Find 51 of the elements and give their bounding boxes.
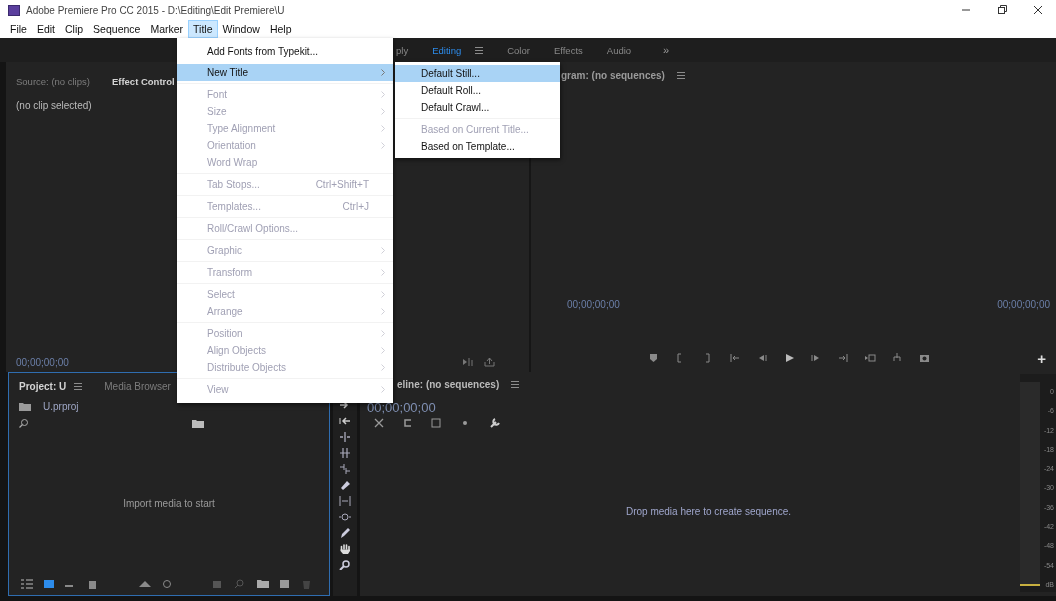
timecode: 00;00;00;00 bbox=[367, 400, 436, 415]
menu-item[interactable]: Clip bbox=[60, 20, 89, 38]
menu-item[interactable]: Default Crawl... bbox=[395, 99, 560, 116]
workspace-tab[interactable]: Effects bbox=[547, 40, 601, 60]
menu-item: Orientation bbox=[177, 137, 393, 154]
panel-tab[interactable]: Project: U bbox=[13, 376, 89, 396]
overflow-button[interactable]: » bbox=[649, 44, 670, 56]
menu-item[interactable]: Add Fonts from Typekit... bbox=[177, 43, 393, 60]
menu-item[interactable]: New Title bbox=[177, 64, 393, 81]
menu-item: Distribute Objects bbox=[177, 359, 393, 376]
panel-tab[interactable]: Source: (no clips) bbox=[10, 71, 96, 91]
window-title: Adobe Premiere Pro CC 2015 - D:\Editing\Edit Premiere\U bbox=[26, 4, 286, 16]
menu-item[interactable]: Based on Template... bbox=[395, 138, 560, 155]
workspace-tab[interactable]: Editing bbox=[426, 40, 502, 60]
menu-item: Select bbox=[177, 286, 393, 303]
timecode: 00;00;00;00 bbox=[567, 299, 620, 310]
panel-title: eline: (no sequences) bbox=[397, 378, 500, 390]
menu-item: Based on Current Title... bbox=[395, 121, 560, 138]
add-button[interactable]: + bbox=[1033, 349, 1050, 367]
file-name: U.prproj bbox=[43, 400, 79, 412]
menu-item: Word Wrap bbox=[177, 154, 393, 171]
menu-item[interactable]: Window bbox=[217, 20, 265, 38]
menu-item: Arrange bbox=[177, 303, 393, 320]
menu-item: Roll/Crawl Options... bbox=[177, 220, 393, 237]
menu-item: Type Alignment bbox=[177, 120, 393, 137]
workspace-tab[interactable]: Audio bbox=[600, 40, 650, 60]
menu-item[interactable]: Default Still... bbox=[395, 65, 560, 82]
menu-item[interactable]: File bbox=[5, 20, 32, 38]
menu-item[interactable]: Default Roll... bbox=[395, 82, 560, 99]
menu-item: Position bbox=[177, 325, 393, 342]
menu-item: View bbox=[177, 381, 393, 398]
workspace-tab[interactable]: Color bbox=[501, 40, 548, 60]
empty-message: Import media to start bbox=[123, 497, 215, 509]
menu-item[interactable]: Help bbox=[264, 20, 297, 38]
menu-item: Transform bbox=[177, 264, 393, 281]
panel-message: (no clip selected) bbox=[16, 100, 92, 111]
menu-item: Align Objects bbox=[177, 342, 393, 359]
timecode: 00;00;00;00 bbox=[16, 357, 69, 368]
panel-tab[interactable]: Media Browser bbox=[98, 376, 177, 396]
menu-item: Size bbox=[177, 103, 393, 120]
menu-item[interactable]: Title bbox=[188, 20, 218, 38]
menu-item[interactable]: Marker bbox=[145, 20, 189, 38]
menu-item: Graphic bbox=[177, 242, 393, 259]
menu-item[interactable]: Edit bbox=[31, 20, 60, 38]
timecode: 00;00;00;00 bbox=[997, 299, 1050, 310]
menu-item[interactable]: Sequence bbox=[88, 20, 146, 38]
empty-message: Drop media here to create sequence. bbox=[625, 506, 792, 517]
panel-title: gram: (no sequences) bbox=[561, 70, 665, 81]
workspace-tab[interactable]: ply bbox=[390, 40, 427, 60]
menu-item: Templates... Ctrl+J bbox=[177, 198, 393, 215]
menu-item: Tab Stops... Ctrl+Shift+T bbox=[177, 176, 393, 193]
